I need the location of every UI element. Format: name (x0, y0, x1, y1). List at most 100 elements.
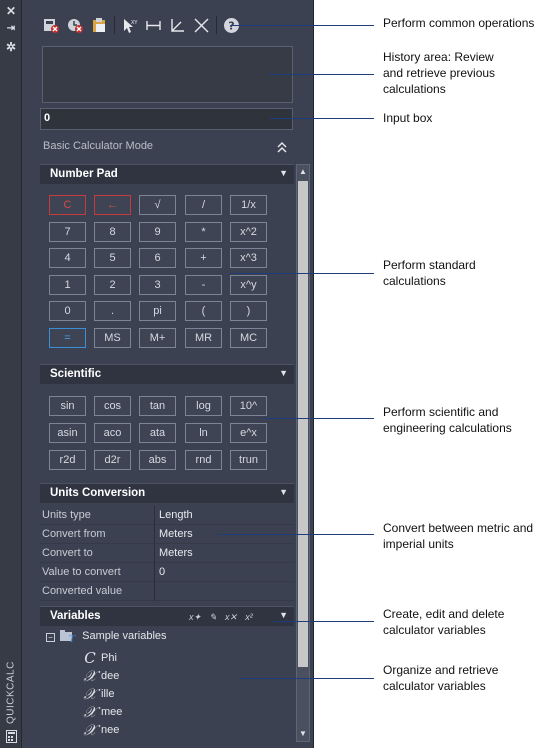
autohide-icon[interactable]: ⇥ (3, 22, 19, 36)
scientific-button[interactable]: ata (139, 423, 176, 443)
variable-item[interactable]: C Phi (82, 649, 117, 667)
variables-header[interactable]: Variables x✦ ✎ x✕ x² ▼ (40, 606, 294, 626)
clear-icon[interactable] (42, 16, 61, 35)
numpad-button[interactable]: 2 (94, 274, 131, 295)
numpad-button[interactable]: MC (230, 327, 267, 348)
chevron-down-icon[interactable]: ▼ (279, 168, 288, 178)
numpad-button[interactable]: ( (185, 301, 222, 321)
numpad-button[interactable]: MS (94, 327, 131, 348)
delete-variable-icon[interactable]: x✕ (224, 611, 238, 623)
scientific-button[interactable]: r2d (49, 450, 86, 470)
scroll-down-icon[interactable]: ▼ (297, 727, 309, 741)
scientific-button[interactable]: ln (185, 423, 222, 443)
numpad-button[interactable]: 0 (49, 301, 86, 321)
history-area[interactable] (42, 46, 293, 103)
numpad-button[interactable]: = (49, 327, 86, 348)
get-coordinates-icon[interactable]: XY (120, 16, 139, 35)
tree-root-label: Sample variables (82, 630, 167, 642)
scientific-button[interactable]: d2r (94, 450, 131, 470)
numpad-button[interactable]: - (185, 274, 222, 295)
units-row[interactable]: Value to convert 0 (40, 563, 294, 582)
numpad-button[interactable]: ← (94, 195, 131, 215)
units-row[interactable]: Convert to Meters (40, 544, 294, 563)
numpad-button[interactable]: 1 (49, 274, 86, 295)
units-row-value[interactable]: Length (159, 509, 193, 521)
numpad-button[interactable]: M+ (139, 327, 176, 348)
numpad-button[interactable]: pi (139, 301, 176, 321)
units-conversion-header[interactable]: Units Conversion ▼ (40, 483, 294, 503)
chevron-down-icon[interactable]: ▼ (279, 610, 288, 620)
scientific-button[interactable]: e^x (230, 423, 267, 443)
svg-text:XY: XY (131, 20, 138, 26)
angle-of-line-icon[interactable] (168, 16, 187, 35)
numpad-button[interactable]: x^3 (230, 248, 267, 268)
paste-to-command-line-icon[interactable] (90, 16, 109, 35)
scientific-button[interactable]: 10^ (230, 396, 267, 416)
numpad-button[interactable]: * (185, 221, 222, 242)
chevron-down-icon[interactable]: ▼ (279, 487, 288, 497)
scientific-header[interactable]: Scientific ▼ (40, 364, 294, 384)
collapse-chevrons-icon[interactable] (275, 140, 289, 154)
scientific-button[interactable]: sin (49, 396, 86, 416)
numpad-button[interactable]: ) (230, 301, 267, 321)
scientific-button[interactable]: abs (139, 450, 176, 470)
scientific-button[interactable]: trun (230, 450, 267, 470)
properties-gear-icon[interactable]: ✲ (3, 40, 19, 54)
scientific-button[interactable]: rnd (185, 450, 222, 470)
numpad-button[interactable]: 6 (139, 248, 176, 268)
numpad-button[interactable]: + (185, 248, 222, 268)
numpad-button[interactable]: 1/x (230, 195, 267, 215)
input-box[interactable]: 0 (40, 108, 293, 130)
constant-icon: C (84, 649, 96, 667)
callout-label: Perform scientific and engineering calcu… (383, 405, 512, 435)
calculator-variable-icon[interactable]: x² (242, 611, 256, 623)
numpad-button[interactable]: 8 (94, 221, 131, 242)
variable-item[interactable]: 𝒳dee (82, 667, 120, 685)
units-row-value[interactable]: 0 (159, 566, 165, 578)
variables-title: Variables (50, 610, 101, 622)
scientific-button[interactable]: tan (139, 396, 176, 416)
edit-variable-icon[interactable]: ✎ (206, 611, 220, 623)
callout-line (230, 273, 374, 274)
numpad-button[interactable]: 3 (139, 274, 176, 295)
collapse-minus-icon[interactable]: − (46, 633, 55, 642)
callout-line (270, 118, 374, 119)
variable-item[interactable]: 𝒳mee (82, 703, 123, 721)
variable-name: Phi (101, 652, 117, 664)
units-row[interactable]: Converted value (40, 582, 294, 601)
units-row-value[interactable]: Meters (159, 528, 193, 540)
numpad-button[interactable]: / (185, 195, 222, 215)
scientific-button[interactable]: cos (94, 396, 131, 416)
scientific-button[interactable]: log (185, 396, 222, 416)
callout-line (230, 25, 374, 26)
scrollbar-thumb[interactable] (298, 181, 308, 667)
scientific-button[interactable]: asin (49, 423, 86, 443)
intersection-of-lines-icon[interactable] (192, 16, 211, 35)
numpad-button[interactable]: 4 (49, 248, 86, 268)
numpad-button[interactable]: 5 (94, 248, 131, 268)
units-row[interactable]: Units type Length (40, 506, 294, 525)
numpad-button[interactable]: . (94, 301, 131, 321)
units-conversion-title: Units Conversion (50, 487, 146, 499)
units-row-value[interactable]: Meters (159, 547, 193, 559)
numpad-button[interactable]: 7 (49, 221, 86, 242)
number-pad-header[interactable]: Number Pad ▼ (40, 164, 294, 184)
clear-history-icon[interactable] (66, 16, 85, 35)
numpad-button[interactable]: 9 (139, 221, 176, 242)
chevron-down-icon[interactable]: ▼ (279, 368, 288, 378)
scientific-button[interactable]: aco (94, 423, 131, 443)
numpad-button[interactable]: x^2 (230, 221, 267, 242)
tree-root[interactable]: − T Sample variables (46, 630, 167, 647)
new-variable-icon[interactable]: x✦ (188, 611, 202, 623)
numpad-button[interactable]: C (49, 195, 86, 215)
scrollbar[interactable]: ▲ ▼ (296, 164, 310, 742)
close-icon[interactable]: ✕ (3, 4, 19, 18)
numpad-button[interactable]: x^y (230, 274, 267, 295)
variable-item[interactable]: 𝒳ille (82, 685, 115, 703)
numpad-button[interactable]: √ (139, 195, 176, 215)
numpad-button[interactable]: MR (185, 327, 222, 348)
distance-between-points-icon[interactable] (144, 16, 163, 35)
scroll-up-icon[interactable]: ▲ (297, 165, 309, 179)
callout-line (218, 534, 374, 535)
variable-item[interactable]: 𝒳nee (82, 721, 120, 739)
